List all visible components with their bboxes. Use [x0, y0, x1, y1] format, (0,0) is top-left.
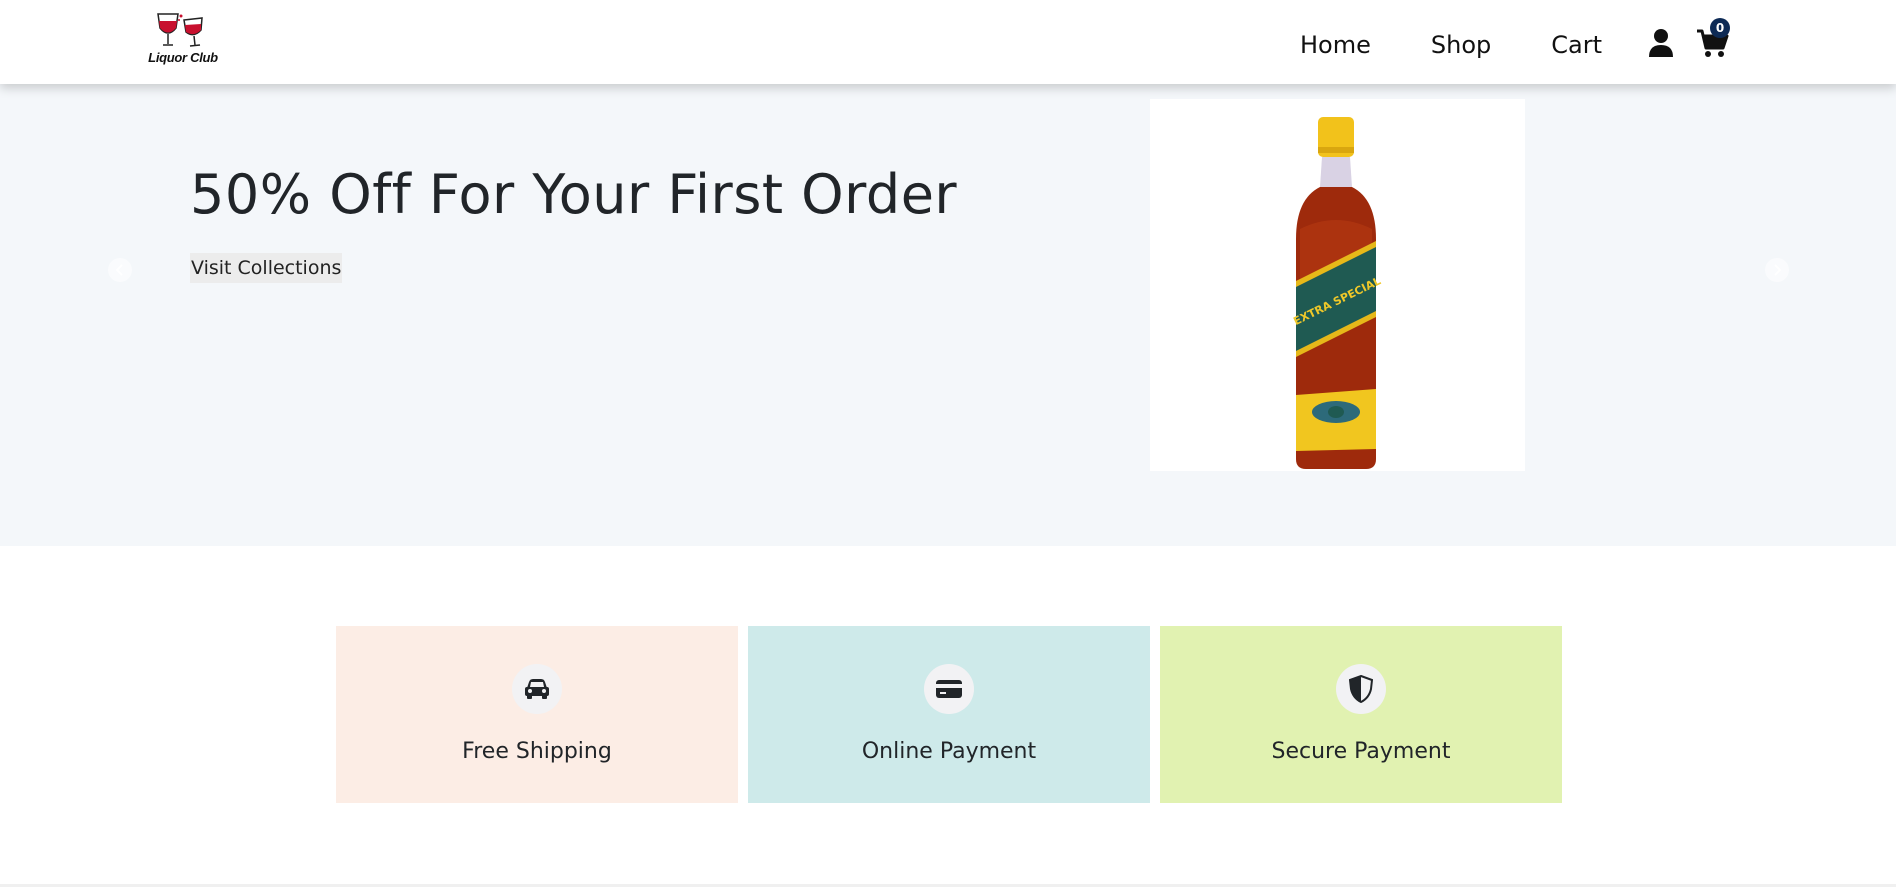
credit-card-icon	[924, 664, 974, 714]
hero-carousel: 50% Off For Your First Order Visit Colle…	[0, 84, 1896, 546]
hero-product-image: EXTRA SPECIAL	[1150, 99, 1525, 471]
user-icon[interactable]	[1648, 28, 1674, 58]
chevron-left-icon	[115, 264, 123, 276]
feature-label: Secure Payment	[1271, 739, 1451, 764]
brand-logo[interactable]: Liquor Club	[148, 10, 218, 72]
nav-shop[interactable]: Shop	[1431, 31, 1491, 59]
wine-glasses-icon	[157, 13, 203, 47]
hero-title: 50% Off For Your First Order	[190, 163, 958, 226]
carousel-prev-button[interactable]	[108, 258, 132, 282]
feature-label: Online Payment	[861, 739, 1037, 764]
visit-collections-button[interactable]: Visit Collections	[190, 253, 343, 283]
feature-secure-payment: Secure Payment	[1160, 626, 1562, 803]
navbar: Liquor Club Home Shop Cart 0	[0, 0, 1896, 84]
feature-label: Free Shipping	[462, 739, 612, 764]
nav-home[interactable]: Home	[1300, 31, 1371, 59]
nav-links: Home Shop Cart	[1300, 28, 1602, 62]
car-icon	[512, 664, 562, 714]
brand-name: Liquor Club	[148, 50, 218, 65]
nav-cart[interactable]: Cart	[1551, 31, 1602, 59]
features-section: Free Shipping Online Payment Secure Paym…	[336, 626, 1564, 803]
chevron-right-icon	[1774, 264, 1782, 276]
feature-free-shipping: Free Shipping	[336, 626, 738, 803]
feature-online-payment: Online Payment	[748, 626, 1150, 803]
liquor-bottle-image: EXTRA SPECIAL	[1291, 117, 1383, 469]
shield-icon	[1336, 664, 1386, 714]
cart-count-badge: 0	[1710, 18, 1730, 38]
carousel-next-button[interactable]	[1765, 258, 1789, 282]
